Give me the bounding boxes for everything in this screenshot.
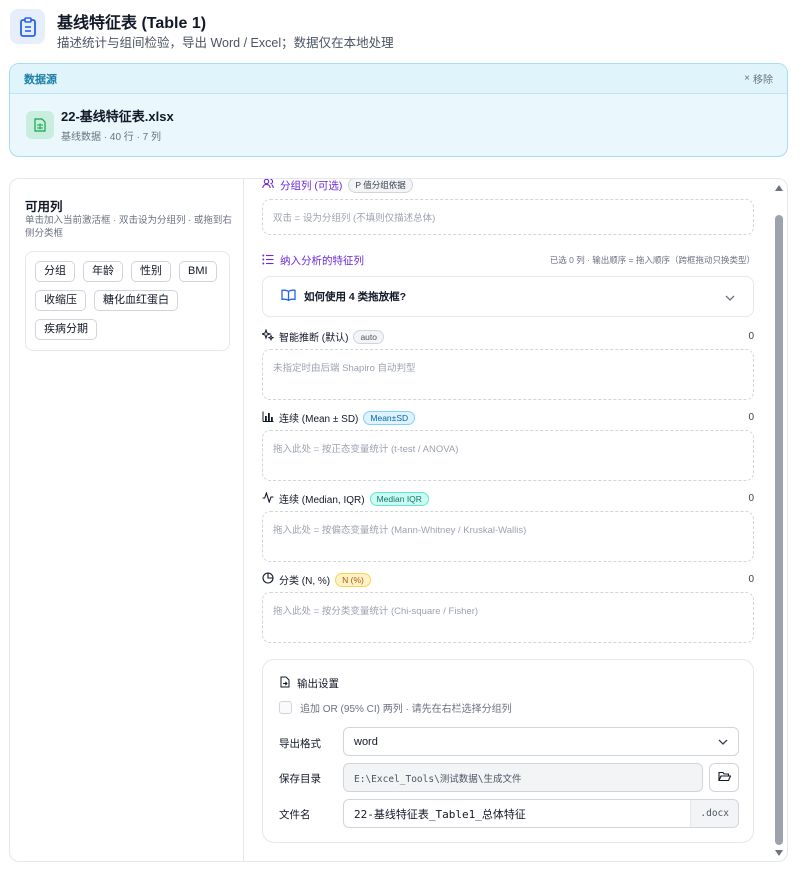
- scroll-up-arrow-icon[interactable]: [775, 185, 783, 191]
- howto-label: 如何使用 4 类拖放框?: [304, 291, 407, 303]
- scroll-down-arrow-icon[interactable]: [775, 850, 783, 856]
- browse-folder-button[interactable]: [709, 763, 739, 792]
- folder-open-icon: [717, 769, 731, 787]
- output-settings-card: 输出设置 追加 OR (95% CI) 两列 · 请先在右栏选择分组列 导出格式…: [262, 659, 754, 843]
- column-chip[interactable]: 性别: [131, 261, 171, 282]
- category-categorical-name: 分类 (N, %): [279, 576, 331, 587]
- file-extension: .docx: [690, 800, 738, 827]
- data-source-label: 数据源: [24, 73, 57, 86]
- data-source-card: 数据源 × 移除 22-基线特征表.xlsx 基线数据 · 40 行 · 7 列: [9, 63, 788, 157]
- scroll-thumb[interactable]: [775, 215, 783, 845]
- category-auto-tag: auto: [353, 329, 384, 344]
- remove-label: 移除: [753, 75, 773, 86]
- save-dir-field[interactable]: E:\Excel_Tools\测试数据\生成文件: [343, 763, 703, 792]
- list-icon: [262, 254, 274, 268]
- features-note: 已选 0 列 · 输出顺序 = 拖入顺序（跨框拖动只换类型）: [549, 255, 755, 265]
- category-median-name: 连续 (Median, IQR): [279, 495, 365, 506]
- category-auto-header: 智能推断 (默认) auto 0: [260, 328, 754, 344]
- output-settings-title: 输出设置: [297, 678, 339, 690]
- group-column-dropzone[interactable]: 双击 = 设为分组列 (不填则仅描述总体): [262, 199, 754, 235]
- output-settings-title-row: 输出设置: [279, 676, 339, 691]
- source-file-meta: 基线数据 · 40 行 · 7 列: [61, 132, 162, 143]
- file-name-label: 文件名: [279, 809, 311, 821]
- chevron-down-icon: [725, 288, 735, 306]
- available-columns-panel: 可用列 单击加入当前激活框 · 双击设为分组列 · 或拖到右侧分类框 分组 年龄…: [10, 179, 244, 861]
- column-chip[interactable]: 收缩压: [35, 290, 86, 311]
- howto-accordion[interactable]: 如何使用 4 类拖放框?: [262, 276, 754, 317]
- pie-chart-icon: [262, 572, 274, 587]
- category-auto-count: 0: [748, 331, 754, 342]
- remove-source-button[interactable]: × 移除: [744, 71, 773, 86]
- category-mean-dropzone[interactable]: 拖入此处 = 按正态变量统计 (t-test / ANOVA): [262, 430, 754, 481]
- sparkles-icon: [260, 328, 275, 344]
- format-select[interactable]: word: [343, 727, 739, 756]
- features-title: 纳入分析的特征列: [280, 255, 364, 267]
- config-panel: 分组列 (可选) P 值分组依据 双击 = 设为分组列 (不填则仅描述总体) 纳…: [260, 179, 755, 861]
- column-chip[interactable]: 疾病分期: [35, 319, 97, 340]
- activity-icon: [262, 490, 274, 506]
- category-categorical-tag: N (%): [335, 572, 371, 587]
- or-checkbox[interactable]: [279, 701, 292, 714]
- category-median-dropzone[interactable]: 拖入此处 = 按偏态变量统计 (Mann-Whitney / Kruskal-W…: [262, 511, 754, 562]
- category-categorical-dropzone[interactable]: 拖入此处 = 按分类变量统计 (Chi-square / Fisher): [262, 592, 754, 643]
- group-column-title-row: 分组列 (可选) P 值分组依据: [262, 179, 413, 193]
- book-open-icon: [281, 289, 296, 304]
- column-chip-list: 分组 年龄 性别 BMI 收缩压 糖化血红蛋白 疾病分期: [25, 251, 230, 351]
- category-categorical-header: 分类 (N, %) N (%) 0: [262, 572, 754, 587]
- category-mean-header: 连续 (Mean ± SD) Mean±SD 0: [262, 410, 754, 425]
- file-name-field[interactable]: 22-基线特征表_Table1_总体特征 .docx: [343, 799, 739, 828]
- or-option-row: 追加 OR (95% CI) 两列 · 请先在右栏选择分组列: [279, 700, 512, 715]
- file-export-icon: [279, 676, 291, 691]
- available-columns-hint: 单击加入当前激活框 · 双击设为分组列 · 或拖到右侧分类框: [25, 215, 232, 239]
- category-auto-dropzone[interactable]: 未指定时由后端 Shapiro 自动判型: [262, 349, 754, 400]
- column-chip[interactable]: BMI: [179, 261, 217, 282]
- category-median-count: 0: [748, 493, 754, 504]
- page-subtitle: 描述统计与组间检验，导出 Word / Excel；数据仅在本地处理: [57, 36, 394, 50]
- spreadsheet-file-icon: [26, 111, 54, 139]
- category-mean-tag: Mean±SD: [363, 410, 416, 425]
- page-title: 基线特征表 (Table 1): [57, 15, 207, 32]
- app-header: 基线特征表 (Table 1) 描述统计与组间检验，导出 Word / Exce…: [0, 0, 805, 60]
- column-chip[interactable]: 年龄: [83, 261, 123, 282]
- category-median-header: 连续 (Median, IQR) Median IQR 0: [262, 490, 754, 506]
- clipboard-icon: [10, 9, 45, 44]
- close-icon: ×: [744, 73, 750, 84]
- available-columns-title: 可用列: [25, 200, 63, 214]
- chevron-down-icon: [718, 736, 728, 748]
- bar-chart-icon: [262, 411, 274, 425]
- group-column-title: 分组列 (可选): [280, 179, 343, 192]
- group-column-badge: P 值分组依据: [348, 179, 413, 193]
- data-source-header: 数据源 × 移除: [10, 64, 787, 94]
- category-median-tag: Median IQR: [369, 491, 429, 506]
- category-categorical-count: 0: [748, 574, 754, 585]
- or-label: 追加 OR (95% CI) 两列 · 请先在右栏选择分组列: [300, 704, 512, 715]
- column-chip[interactable]: 糖化血红蛋白: [94, 290, 178, 311]
- file-name-value: 22-基线特征表_Table1_总体特征: [354, 807, 526, 821]
- source-file-name: 22-基线特征表.xlsx: [61, 109, 174, 124]
- save-dir-label: 保存目录: [279, 773, 321, 785]
- vertical-scrollbar[interactable]: [772, 179, 786, 861]
- main-panel: 可用列 单击加入当前激活框 · 双击设为分组列 · 或拖到右侧分类框 分组 年龄…: [9, 178, 788, 862]
- format-select-value: word: [354, 735, 378, 748]
- format-label: 导出格式: [279, 738, 321, 750]
- category-mean-count: 0: [748, 412, 754, 423]
- users-icon: [262, 179, 274, 192]
- category-auto-name: 智能推断 (默认): [279, 333, 349, 344]
- features-title-row: 纳入分析的特征列: [262, 253, 364, 268]
- column-chip[interactable]: 分组: [35, 261, 75, 282]
- category-mean-name: 连续 (Mean ± SD): [279, 414, 359, 425]
